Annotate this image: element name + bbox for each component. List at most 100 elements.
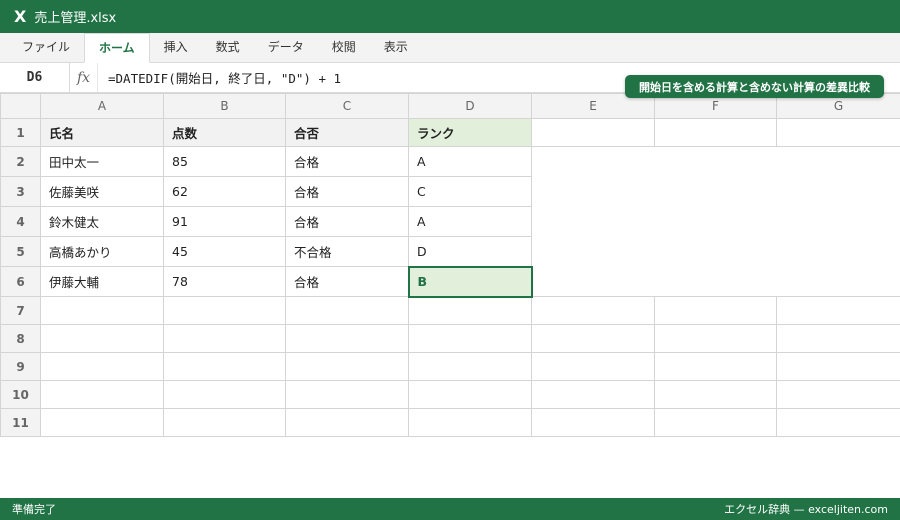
cell[interactable] [163,380,286,409]
cell[interactable] [408,296,532,325]
cell[interactable] [654,352,777,381]
cell[interactable] [654,296,777,325]
ribbon-tabs: ファイル ホーム 挿入 数式 データ 校閲 表示 [0,33,900,63]
row-header[interactable]: 6 [0,266,41,297]
row-header[interactable]: 7 [0,296,41,325]
fx-icon[interactable]: fx [70,63,98,92]
cell[interactable] [408,352,532,381]
cell[interactable] [776,380,900,409]
tab-formulas[interactable]: 数式 [202,33,254,62]
cell[interactable] [531,324,655,353]
row-header[interactable]: 3 [0,176,41,207]
row-header[interactable]: 2 [0,146,41,177]
table-row: 11 [0,408,900,437]
row-header[interactable]: 1 [0,118,41,147]
cell-result[interactable]: 合格 [285,206,409,237]
cell-name[interactable]: 佐藤美咲 [40,176,164,207]
cell-score[interactable]: 62 [163,176,286,207]
cell[interactable] [40,408,164,437]
cell[interactable] [163,324,286,353]
cell[interactable] [408,408,532,437]
tab-review[interactable]: 校閲 [318,33,370,62]
table-row: 4 鈴木健太 91 合格 A [0,206,900,237]
table-row: 3 佐藤美咲 62 合格 C [0,176,900,207]
cell[interactable] [531,380,655,409]
cell-score[interactable]: 91 [163,206,286,237]
blank-area [531,176,900,207]
cell[interactable] [40,324,164,353]
table-row: 8 [0,324,900,353]
cell[interactable] [654,380,777,409]
cell[interactable] [776,118,900,147]
cell[interactable] [40,380,164,409]
cell-result[interactable]: 合格 [285,266,409,297]
cell[interactable] [408,324,532,353]
tab-home[interactable]: ホーム [84,33,150,63]
column-header-a[interactable]: A [40,93,164,119]
cell[interactable] [654,408,777,437]
cell[interactable] [776,324,900,353]
cell[interactable] [531,352,655,381]
cell-score[interactable]: 45 [163,236,286,267]
cell-rank[interactable]: D [408,236,532,267]
cell[interactable] [776,296,900,325]
selected-cell[interactable]: B [407,265,533,298]
cell-name[interactable]: 伊藤大輔 [40,266,164,297]
tab-view[interactable]: 表示 [370,33,422,62]
tab-insert[interactable]: 挿入 [150,33,202,62]
header-cell-name[interactable]: 氏名 [40,118,164,147]
excel-logo-icon: X [14,7,27,26]
table-row: 7 [0,296,900,325]
cell[interactable] [531,296,655,325]
cell[interactable] [285,324,409,353]
name-box[interactable]: D6 [0,63,70,92]
spreadsheet-grid: A B C D E F G 1 氏名 点数 合否 ランク 2 田中太一 85 合… [0,93,900,437]
cell-name[interactable]: 鈴木健太 [40,206,164,237]
cell[interactable] [531,408,655,437]
cell-rank[interactable]: A [408,206,532,237]
cell[interactable] [40,352,164,381]
cell[interactable] [531,118,655,147]
tab-file[interactable]: ファイル [8,33,84,62]
cell[interactable] [654,324,777,353]
table-row: 5 高橋あかり 45 不合格 D [0,236,900,267]
header-cell-score[interactable]: 点数 [163,118,286,147]
cell-result[interactable]: 合格 [285,176,409,207]
cell[interactable] [408,380,532,409]
cell[interactable] [163,408,286,437]
blank-area [531,146,900,177]
row-header[interactable]: 8 [0,324,41,353]
tab-data[interactable]: データ [254,33,318,62]
row-header[interactable]: 11 [0,408,41,437]
cell-name[interactable]: 田中太一 [40,146,164,177]
cell-rank[interactable]: C [408,176,532,207]
column-header-d[interactable]: D [408,93,532,119]
row-header[interactable]: 10 [0,380,41,409]
cell[interactable] [776,408,900,437]
cell-result[interactable]: 不合格 [285,236,409,267]
cell[interactable] [654,118,777,147]
cell[interactable] [163,352,286,381]
cell[interactable] [285,380,409,409]
row-header[interactable]: 9 [0,352,41,381]
cell[interactable] [776,352,900,381]
row-header[interactable]: 5 [0,236,41,267]
cell-name[interactable]: 高橋あかり [40,236,164,267]
cell-rank[interactable]: A [408,146,532,177]
cell[interactable] [285,352,409,381]
cell[interactable] [285,296,409,325]
header-cell-rank[interactable]: ランク [408,118,532,147]
blank-area [531,236,900,267]
cell-score[interactable]: 85 [163,146,286,177]
cell[interactable] [40,296,164,325]
header-cell-result[interactable]: 合否 [285,118,409,147]
select-all-corner[interactable] [0,93,41,119]
cell-result[interactable]: 合格 [285,146,409,177]
formula-input[interactable]: =DATEDIF(開始日, 終了日, "D") + 1 [98,68,341,87]
cell[interactable] [285,408,409,437]
column-header-c[interactable]: C [285,93,409,119]
column-header-b[interactable]: B [163,93,286,119]
row-header[interactable]: 4 [0,206,41,237]
cell-score[interactable]: 78 [163,266,286,297]
cell[interactable] [163,296,286,325]
